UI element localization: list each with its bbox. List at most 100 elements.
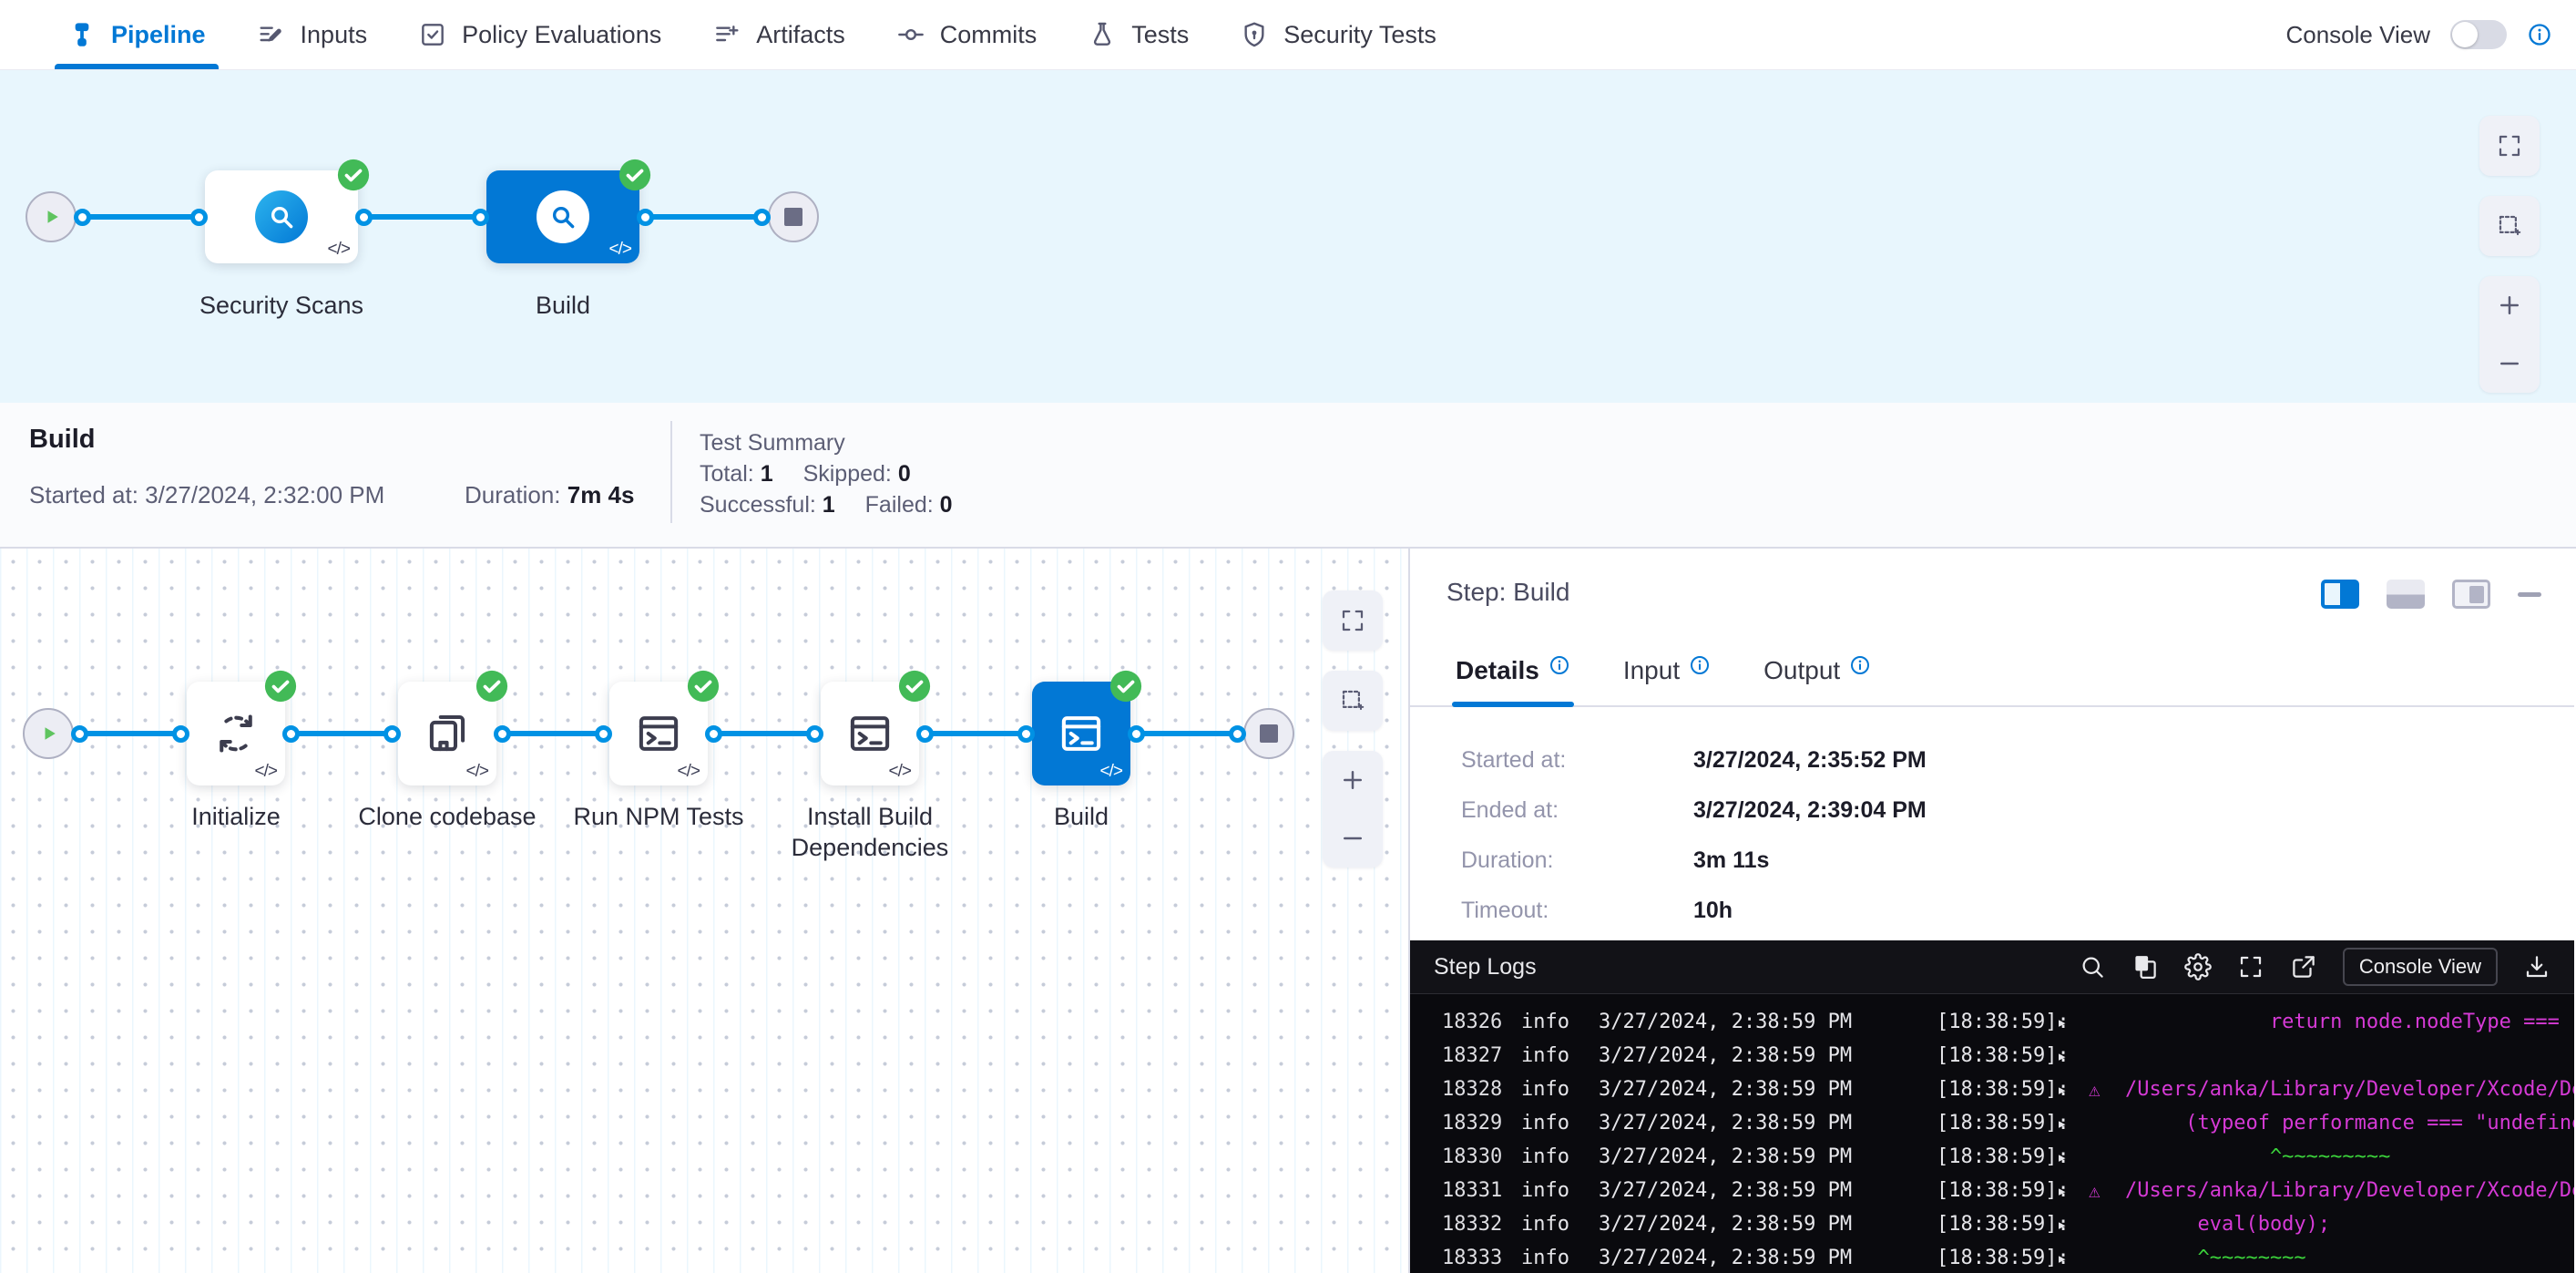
node-label: Run NPM Tests	[536, 802, 782, 833]
zoom-out-button[interactable]	[1323, 809, 1383, 867]
detail-label: Timeout:	[1461, 898, 1643, 924]
zoom-in-button[interactable]	[1323, 751, 1383, 809]
layout-split-bottom-button[interactable]	[2387, 580, 2425, 609]
expand-arrow-icon[interactable]: ▸	[2057, 1147, 2089, 1167]
build-summary: Build Started at: 3/27/2024, 2:32:00 PM …	[0, 403, 2576, 549]
expand-arrow-icon[interactable]: ▸	[2057, 1046, 2089, 1066]
detail-label: Ended at:	[1461, 797, 1643, 824]
log-level: info	[1521, 1145, 1599, 1168]
log-line: 18327info3/27/2024, 2:38:59 PM[18:38:59]…	[1410, 1039, 2574, 1073]
connector-line	[1142, 731, 1232, 736]
fullscreen-button[interactable]	[1323, 590, 1383, 651]
log-line-number: 18332	[1442, 1213, 1521, 1236]
expand-arrow-icon[interactable]: ▸	[2057, 1248, 2089, 1268]
build-started-at: Started at: 3/27/2024, 2:32:00 PM	[29, 481, 384, 509]
stage-graph-canvas[interactable]: </>Security Scans </>Build	[0, 70, 2576, 403]
node-run-npm-tests[interactable]: </>Run NPM Tests	[609, 682, 708, 785]
code-chip: </>	[889, 762, 911, 782]
external-link-icon[interactable]	[2290, 953, 2317, 980]
connector	[77, 209, 205, 226]
log-line: 18332info3/27/2024, 2:38:59 PM[18:38:59]…	[1410, 1207, 2574, 1241]
step-logs-title: Step Logs	[1434, 954, 1537, 980]
tab-input[interactable]: Input	[1623, 656, 1711, 705]
connector-line	[720, 731, 809, 736]
expand-arrow-icon[interactable]: ▸	[2057, 1181, 2089, 1201]
tab-policy-evaluations[interactable]: Policy Evaluations	[393, 0, 687, 69]
log-level: info	[1521, 1044, 1599, 1067]
expand-arrow-icon[interactable]: ▸	[2057, 1012, 2089, 1032]
log-line-number: 18329	[1442, 1112, 1521, 1134]
connector	[285, 725, 398, 743]
tab-label: Input	[1623, 656, 1680, 685]
divider	[670, 421, 672, 523]
marquee-select-button[interactable]	[1323, 671, 1383, 731]
tab-inputs[interactable]: Inputs	[231, 0, 394, 69]
info-icon[interactable]	[2527, 22, 2552, 47]
play-icon	[37, 203, 65, 231]
stop-icon	[1260, 724, 1278, 743]
search-icon[interactable]	[2079, 953, 2106, 980]
console-view-button[interactable]: Console View	[2343, 948, 2498, 986]
console-view-toggle[interactable]	[2450, 20, 2507, 49]
layout-split-right-button[interactable]	[2321, 580, 2359, 609]
node-build[interactable]: </>Build	[486, 170, 639, 263]
expand-arrow-icon[interactable]: ▸	[2057, 1114, 2089, 1134]
tab-output[interactable]: Output	[1763, 656, 1871, 705]
info-icon[interactable]	[1689, 654, 1711, 676]
node-clone-codebase[interactable]: </>Clone codebase	[398, 682, 496, 785]
expand-arrow-icon[interactable]: ▸	[2057, 1080, 2089, 1100]
info-icon[interactable]	[1549, 654, 1570, 676]
tab-tests[interactable]: Tests	[1062, 0, 1214, 69]
stage-canvas-controls	[2479, 116, 2540, 393]
connector-dot	[282, 725, 300, 743]
gear-icon[interactable]	[2184, 953, 2212, 980]
tab-pipeline[interactable]: Pipeline	[42, 0, 231, 69]
success-badge-icon	[475, 670, 508, 703]
connector-dot	[705, 725, 722, 743]
node-initialize[interactable]: </>Initialize	[187, 682, 285, 785]
fullscreen-button[interactable]	[2479, 116, 2540, 176]
copy-icon[interactable]	[2131, 953, 2159, 980]
top-nav: PipelineInputsPolicy EvaluationsArtifact…	[0, 0, 2576, 70]
collapse-panel-button[interactable]	[2518, 592, 2541, 597]
node-security-scans[interactable]: </>Security Scans	[205, 170, 358, 263]
warning-icon: ⚠	[2089, 1079, 2125, 1101]
fullscreen-icon[interactable]	[2237, 953, 2264, 980]
node-label: Clone codebase	[324, 802, 570, 833]
step-logs: Step Logs Console View 18326info3/27/202…	[1410, 940, 2574, 1273]
marquee-select-button[interactable]	[2479, 196, 2540, 256]
bottom-split: </>Initialize</>Clone codebase</>Run NPM…	[0, 549, 2576, 1273]
node-install-build-dependencies[interactable]: </>Install Build Dependencies	[821, 682, 919, 785]
log-message: /Users/anka/Library/Developer/Xcode/De	[2125, 1179, 2574, 1202]
log-timestamp: 3/27/2024, 2:38:59 PM	[1599, 1179, 1937, 1202]
artifacts-icon	[712, 20, 741, 49]
end-node[interactable]	[768, 191, 819, 242]
connector-dot	[494, 725, 511, 743]
log-timestamp: 3/27/2024, 2:38:59 PM	[1599, 1112, 1937, 1134]
tab-artifacts[interactable]: Artifacts	[687, 0, 871, 69]
step-graph-canvas[interactable]: </>Initialize</>Clone codebase</>Run NPM…	[0, 549, 1410, 1273]
expand-arrow-icon[interactable]: ▸	[2057, 1215, 2089, 1235]
clone-codebase-icon	[423, 709, 472, 758]
tab-details[interactable]: Details	[1456, 656, 1570, 705]
layout-floating-button[interactable]	[2452, 580, 2490, 609]
connector	[496, 725, 609, 743]
end-node[interactable]	[1243, 708, 1294, 759]
log-line: 18328info3/27/2024, 2:38:59 PM[18:38:59]…	[1410, 1073, 2574, 1106]
step-details: Started at:3/27/2024, 2:35:52 PMEnded at…	[1461, 747, 1927, 924]
zoom-in-button[interactable]	[2479, 276, 2540, 334]
start-node[interactable]	[26, 191, 77, 242]
play-icon	[35, 720, 62, 747]
skipped-value: 0	[898, 461, 911, 487]
detail-value: 3/27/2024, 2:39:04 PM	[1693, 797, 1927, 824]
step-logs-actions: Console View	[2079, 948, 2550, 986]
zoom-out-button[interactable]	[2479, 334, 2540, 393]
node-build[interactable]: </>Build	[1032, 682, 1130, 785]
info-icon[interactable]	[1849, 654, 1871, 676]
tab-commits[interactable]: Commits	[871, 0, 1063, 69]
tab-security-tests[interactable]: Security Tests	[1214, 0, 1462, 69]
download-icon[interactable]	[2523, 953, 2550, 980]
tab-label: Output	[1763, 656, 1840, 685]
start-node[interactable]	[23, 708, 74, 759]
connector-line	[86, 731, 175, 736]
